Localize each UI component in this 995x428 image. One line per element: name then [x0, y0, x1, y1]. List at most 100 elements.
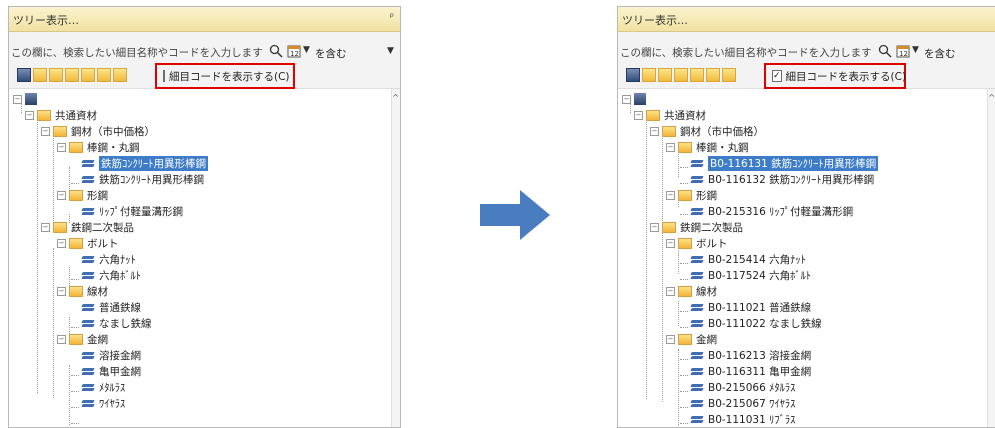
- tree-node-shapes[interactable]: − 形鋼: [57, 187, 108, 203]
- search-option-dropdown-icon[interactable]: ▼: [912, 45, 919, 55]
- tree-node-shapes[interactable]: − 形鋼: [666, 187, 717, 203]
- tree-node-bars[interactable]: − 棒鋼・丸鋼: [57, 139, 140, 155]
- tree-node-mesh[interactable]: − 金網: [666, 331, 717, 347]
- item-icon: [690, 254, 704, 264]
- node-label: 鉄筋ｺﾝｸﾘｰﾄ用異形棒鋼: [99, 173, 204, 186]
- checkbox-label[interactable]: 細目コードを表示する(C): [169, 69, 290, 84]
- checkbox-box[interactable]: ✓: [772, 70, 782, 82]
- collapse-toggle-icon[interactable]: −: [57, 286, 66, 296]
- level-4-folder-icon[interactable]: [81, 68, 95, 82]
- tree-leaf-item[interactable]: 溶接金網: [81, 347, 141, 363]
- tree-leaf-item[interactable]: ﾒﾀﾙﾗｽ: [81, 379, 125, 395]
- level-6-folder-icon[interactable]: [113, 68, 127, 82]
- show-code-checkbox[interactable]: ✓ 細目コードを表示する(C): [764, 63, 906, 89]
- tree-leaf-item[interactable]: B0-215316 ﾘｯﾌﾟ付軽量溝形鋼: [690, 203, 853, 219]
- item-icon: [81, 254, 95, 264]
- collapse-toggle-icon[interactable]: −: [57, 142, 66, 152]
- tree-leaf-item[interactable]: B0-111022 なまし鉄線: [690, 315, 822, 331]
- tree-leaf-item[interactable]: 鉄筋ｺﾝｸﾘｰﾄ用異形棒鋼: [81, 171, 204, 187]
- tree-root-node[interactable]: −: [622, 91, 648, 107]
- level-3-folder-icon[interactable]: [674, 68, 688, 82]
- tree-node-bolts[interactable]: − ボルト: [57, 235, 119, 251]
- tree-root-node[interactable]: −: [13, 91, 39, 107]
- search-option-dropdown-icon[interactable]: ▼: [303, 45, 310, 55]
- collapse-toggle-icon[interactable]: −: [622, 94, 631, 104]
- search-input[interactable]: [11, 44, 265, 62]
- item-icon: [690, 174, 704, 184]
- collapse-toggle-icon[interactable]: −: [666, 334, 675, 344]
- level-5-folder-icon[interactable]: [706, 68, 720, 82]
- match-mode-select[interactable]: を含む: [315, 46, 347, 61]
- tree-leaf-item[interactable]: 鉄筋ｺﾝｸﾘｰﾄ用異形棒鋼: [81, 155, 208, 171]
- collapse-toggle-icon[interactable]: −: [13, 94, 22, 104]
- collapse-toggle-icon[interactable]: −: [57, 334, 66, 344]
- tree-node-secondary-products[interactable]: − 鉄鋼二次製品: [41, 219, 134, 235]
- collapse-toggle-icon[interactable]: −: [650, 126, 659, 136]
- tree-node-common-materials[interactable]: − 共通資材: [25, 107, 97, 123]
- level-2-folder-icon[interactable]: [49, 68, 63, 82]
- tree-node-wire[interactable]: − 線材: [57, 283, 108, 299]
- level-1-folder-icon[interactable]: [33, 68, 47, 82]
- checkbox-label[interactable]: 細目コードを表示する(C): [786, 69, 907, 84]
- scroll-up-icon[interactable]: ^: [392, 93, 399, 102]
- search-icon[interactable]: [269, 44, 283, 58]
- tree-node-common-materials[interactable]: − 共通資材: [634, 107, 706, 123]
- tree-leaf-item[interactable]: 六角ﾎﾞﾙﾄ: [81, 267, 141, 283]
- tree-leaf-item[interactable]: B0-117524 六角ﾎﾞﾙﾄ: [690, 267, 811, 283]
- tree-node-secondary-products[interactable]: − 鉄鋼二次製品: [650, 219, 743, 235]
- show-code-checkbox[interactable]: 細目コードを表示する(C): [155, 63, 295, 89]
- collapse-toggle-icon[interactable]: −: [666, 190, 675, 200]
- tree-node-steel[interactable]: − 鋼材（市中価格）: [650, 123, 764, 139]
- tree-node-bolts[interactable]: − ボルト: [666, 235, 728, 251]
- code-search-icon[interactable]: 12: [287, 44, 301, 58]
- tree-node-mesh[interactable]: − 金網: [57, 331, 108, 347]
- tree-leaf-item[interactable]: B0-111021 普通鉄線: [690, 299, 811, 315]
- level-6-folder-icon[interactable]: [722, 68, 736, 82]
- level-4-folder-icon[interactable]: [690, 68, 704, 82]
- pin-icon[interactable]: ᵖ: [390, 12, 394, 23]
- folder-icon: [69, 333, 83, 345]
- collapse-toggle-icon[interactable]: −: [666, 238, 675, 248]
- checkbox-box[interactable]: [163, 70, 165, 82]
- level-3-folder-icon[interactable]: [65, 68, 79, 82]
- tree-node-bars[interactable]: − 棒鋼・丸鋼: [666, 139, 749, 155]
- collapse-toggle-icon[interactable]: −: [25, 110, 34, 120]
- tree-leaf-item[interactable]: B0-111031 ﾘﾌﾞﾗｽ: [690, 411, 795, 427]
- tree-leaf-item[interactable]: 六角ﾅｯﾄ: [81, 251, 136, 267]
- tree-leaf-item[interactable]: なまし鉄線: [81, 315, 152, 331]
- search-input[interactable]: [620, 44, 874, 62]
- collapse-toggle-icon[interactable]: −: [650, 222, 659, 232]
- tree-node-wire[interactable]: − 線材: [666, 283, 717, 299]
- tree-leaf-item[interactable]: B0-116131 鉄筋ｺﾝｸﾘｰﾄ用異形棒鋼: [690, 155, 879, 171]
- collapse-toggle-icon[interactable]: −: [666, 286, 675, 296]
- tree-leaf-item[interactable]: B0-116311 亀甲金網: [690, 363, 811, 379]
- vertical-scrollbar[interactable]: [391, 89, 400, 427]
- code-search-icon[interactable]: 12: [896, 44, 910, 58]
- collapse-all-icon[interactable]: [17, 68, 31, 82]
- level-1-folder-icon[interactable]: [642, 68, 656, 82]
- tree-node-steel[interactable]: − 鋼材（市中価格）: [41, 123, 155, 139]
- tree-leaf-item[interactable]: ﾜｲﾔﾗｽ: [81, 395, 125, 411]
- tree-leaf-item[interactable]: ﾘｯﾌﾟ付軽量溝形鋼: [81, 203, 183, 219]
- tree-leaf-item[interactable]: 亀甲金網: [81, 363, 141, 379]
- tree-leaf-item[interactable]: B0-215414 六角ﾅｯﾄ: [690, 251, 806, 267]
- tree-leaf-item[interactable]: B0-116213 溶接金網: [690, 347, 811, 363]
- level-2-folder-icon[interactable]: [658, 68, 672, 82]
- level-5-folder-icon[interactable]: [97, 68, 111, 82]
- collapse-toggle-icon[interactable]: −: [57, 238, 66, 248]
- tree-leaf-item[interactable]: B0-215067 ﾜｲﾔﾗｽ: [690, 395, 795, 411]
- search-icon[interactable]: [878, 44, 892, 58]
- collapse-toggle-icon[interactable]: −: [666, 142, 675, 152]
- tree-leaf-item[interactable]: B0-215066 ﾒﾀﾙﾗｽ: [690, 379, 795, 395]
- vertical-scrollbar[interactable]: [987, 89, 995, 427]
- tree-leaf-item[interactable]: B0-116132 鉄筋ｺﾝｸﾘｰﾄ用異形棒鋼: [690, 171, 874, 187]
- collapse-toggle-icon[interactable]: −: [634, 110, 643, 120]
- collapse-all-icon[interactable]: [626, 68, 640, 82]
- collapse-toggle-icon[interactable]: −: [57, 190, 66, 200]
- tree-leaf-item[interactable]: 普通鉄線: [81, 299, 141, 315]
- match-mode-chevron-icon[interactable]: ▼: [387, 46, 394, 56]
- collapse-toggle-icon[interactable]: −: [41, 222, 50, 232]
- scroll-up-icon[interactable]: ^: [988, 93, 995, 102]
- match-mode-select[interactable]: を含む: [924, 46, 956, 61]
- collapse-toggle-icon[interactable]: −: [41, 126, 50, 136]
